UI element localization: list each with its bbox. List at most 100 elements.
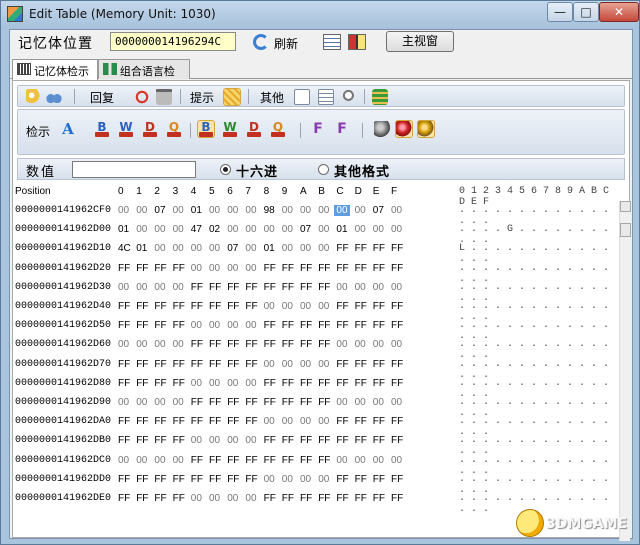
layers-icon[interactable] [372, 89, 388, 105]
hex-byte[interactable]: FF [227, 339, 239, 350]
display-mode-icon[interactable]: D [142, 121, 158, 137]
hex-byte[interactable]: 00 [173, 243, 184, 254]
hex-byte[interactable]: FF [318, 320, 330, 331]
hex-byte[interactable]: 00 [118, 455, 129, 466]
hex-byte[interactable]: 01 [136, 243, 147, 254]
hex-byte[interactable]: FF [355, 493, 367, 504]
hex-byte[interactable]: FF [173, 416, 185, 427]
hex-byte[interactable]: FF [173, 263, 185, 274]
hex-byte[interactable]: FF [136, 320, 148, 331]
hex-byte[interactable]: FF [318, 493, 330, 504]
hex-byte[interactable]: FF [300, 320, 312, 331]
hex-byte[interactable]: FF [209, 416, 221, 427]
hex-byte[interactable]: 00 [154, 339, 165, 350]
hex-byte[interactable]: FF [136, 359, 148, 370]
hex-byte[interactable]: FF [154, 474, 166, 485]
hex-byte[interactable]: FF [336, 359, 348, 370]
hint-icon[interactable] [223, 88, 241, 106]
hex-byte[interactable]: FF [245, 455, 257, 466]
hex-byte[interactable]: 00 [209, 243, 220, 254]
hex-byte[interactable]: FF [264, 455, 276, 466]
hex-byte[interactable]: FF [209, 455, 221, 466]
hex-byte[interactable]: FF [391, 359, 403, 370]
hex-byte[interactable]: FF [264, 435, 276, 446]
hex-byte[interactable]: 00 [355, 224, 366, 235]
hex-byte[interactable]: 07 [154, 205, 165, 216]
disassembly-icon[interactable] [323, 34, 341, 50]
hex-byte[interactable]: 07 [227, 243, 238, 254]
hex-byte[interactable]: FF [355, 416, 367, 427]
hex-byte[interactable]: FF [391, 301, 403, 312]
hex-byte[interactable]: 00 [209, 263, 220, 274]
hex-byte[interactable]: FF [209, 282, 221, 293]
hex-byte[interactable]: 00 [282, 359, 293, 370]
hex-byte[interactable]: FF [336, 493, 348, 504]
hex-byte[interactable]: FF [282, 339, 294, 350]
hex-byte[interactable]: FF [173, 359, 185, 370]
hex-byte[interactable]: FF [173, 474, 185, 485]
hex-byte[interactable]: FF [118, 378, 130, 389]
hex-byte[interactable]: FF [355, 435, 367, 446]
hex-byte[interactable]: FF [173, 493, 185, 504]
hex-byte[interactable]: 00 [264, 474, 275, 485]
hex-byte[interactable]: 00 [300, 301, 311, 312]
hex-byte[interactable]: FF [318, 397, 330, 408]
hex-byte[interactable]: FF [355, 263, 367, 274]
hex-byte[interactable]: FF [154, 493, 166, 504]
hex-byte[interactable]: 00 [373, 339, 384, 350]
hex-byte[interactable]: FF [336, 243, 348, 254]
hex-byte[interactable]: FF [391, 416, 403, 427]
hex-byte[interactable]: 00 [391, 397, 402, 408]
hex-byte[interactable]: FF [282, 282, 294, 293]
hex-byte[interactable]: 00 [245, 205, 256, 216]
hex-byte[interactable]: FF [154, 320, 166, 331]
hex-byte[interactable]: 00 [154, 282, 165, 293]
hex-byte[interactable]: FF [264, 397, 276, 408]
hex-byte[interactable]: FF [191, 301, 203, 312]
hex-byte-icon[interactable]: B [197, 120, 215, 138]
hex-byte[interactable]: 00 [173, 397, 184, 408]
hex-byte[interactable]: 00 [282, 224, 293, 235]
hex-dword-icon[interactable]: D [246, 121, 262, 137]
hex-byte[interactable]: 00 [300, 205, 311, 216]
hex-byte[interactable]: 00 [391, 282, 402, 293]
orange-ball-icon[interactable] [417, 120, 435, 138]
tab-memory-view[interactable]: 记忆体检示 [12, 59, 98, 80]
main-window-button[interactable]: 主视窗 [386, 31, 454, 52]
hex-byte[interactable]: FF [391, 493, 403, 504]
hex-byte[interactable]: 00 [264, 416, 275, 427]
tab-assembly-view[interactable]: 组合语言检示 [98, 59, 190, 94]
cursor-icon[interactable] [26, 89, 42, 105]
hex-byte[interactable]: FF [245, 282, 257, 293]
minimize-button[interactable]: — [547, 2, 573, 22]
documents-icon[interactable] [318, 89, 334, 105]
hex-byte[interactable]: FF [154, 359, 166, 370]
hex-byte[interactable]: 07 [300, 224, 311, 235]
hex-byte[interactable]: FF [264, 339, 276, 350]
hex-byte[interactable]: FF [300, 282, 312, 293]
hex-byte[interactable]: 00 [282, 301, 293, 312]
hex-byte[interactable]: FF [373, 263, 385, 274]
hex-byte[interactable]: 00 [191, 493, 202, 504]
hex-byte[interactable]: FF [191, 359, 203, 370]
hex-byte[interactable]: 00 [264, 224, 275, 235]
hex-byte[interactable]: FF [136, 493, 148, 504]
hex-byte[interactable]: 00 [391, 339, 402, 350]
hex-byte[interactable]: FF [245, 474, 257, 485]
hex-byte[interactable]: FF [245, 397, 257, 408]
hex-byte[interactable]: FF [191, 339, 203, 350]
hex-byte[interactable]: 00 [318, 416, 329, 427]
hex-byte[interactable]: 00 [318, 359, 329, 370]
hex-byte[interactable]: 00 [300, 359, 311, 370]
hex-byte[interactable]: 00 [245, 263, 256, 274]
hex-byte[interactable]: 00 [136, 282, 147, 293]
hex-byte[interactable]: 00 [136, 397, 147, 408]
hex-byte[interactable]: FF [173, 378, 185, 389]
undo-icon[interactable] [134, 89, 150, 105]
hex-byte[interactable]: 00 [118, 339, 129, 350]
hex-byte[interactable]: FF [136, 263, 148, 274]
hex-byte[interactable]: 00 [282, 474, 293, 485]
hex-byte[interactable]: 00 [300, 474, 311, 485]
hex-byte[interactable]: FF [209, 397, 221, 408]
hex-byte[interactable]: FF [227, 474, 239, 485]
